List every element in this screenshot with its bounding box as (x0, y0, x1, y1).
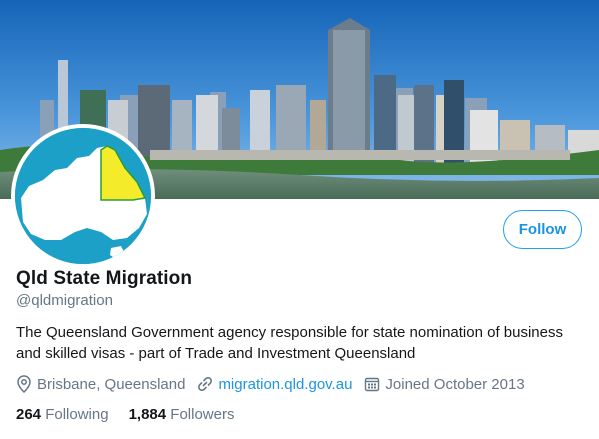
followers-count: 1,884 (128, 406, 171, 423)
location-item: Brisbane, Queensland (16, 375, 185, 393)
location-text: Brisbane, Queensland (37, 375, 186, 393)
profile-meta: Brisbane, Queensland migration.qld.gov.a… (16, 374, 537, 394)
website-link[interactable]: migration.qld.gov.au (218, 376, 352, 393)
australia-map-logo (15, 128, 151, 264)
profile-bio: The Queensland Government agency respons… (16, 324, 563, 362)
joined-item: Joined October 2013 (364, 375, 525, 393)
followers-label: Followers (170, 406, 235, 423)
following-link[interactable]: 264 Following (16, 406, 109, 423)
followers-link[interactable]: 1,884 Followers (129, 406, 235, 423)
follow-button[interactable]: Follow (503, 210, 582, 249)
link-icon (198, 377, 213, 391)
avatar[interactable] (11, 124, 155, 268)
calendar-icon (365, 377, 380, 392)
website-item[interactable]: migration.qld.gov.au (197, 376, 352, 393)
joined-text: Joined October 2013 (385, 375, 525, 393)
profile-stats: 264 Following 1,884 Followers (16, 406, 254, 423)
following-count: 264 (16, 406, 46, 423)
location-pin-icon (17, 375, 31, 393)
following-label: Following (45, 406, 109, 423)
profile-handle: @qldmigration (16, 292, 113, 309)
profile-display-name: Qld State Migration (16, 268, 193, 289)
